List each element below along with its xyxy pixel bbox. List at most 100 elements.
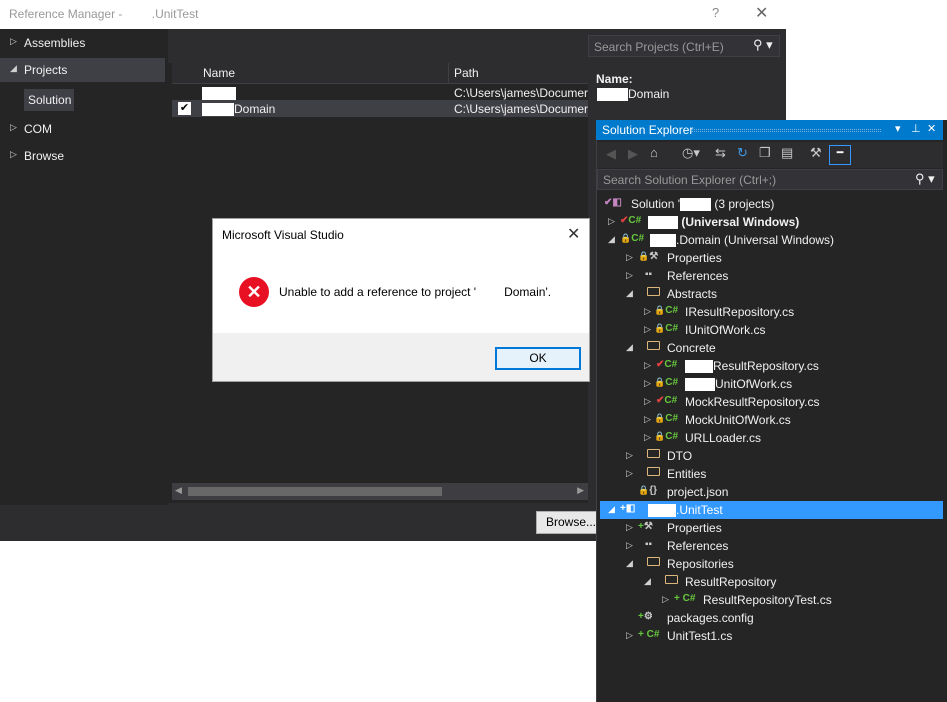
list-header: Name Path <box>172 63 588 84</box>
show-all-files-icon[interactable]: ▤ <box>781 145 793 161</box>
scroll-thumb[interactable] <box>188 487 442 496</box>
solution-icon: ✔◧ <box>604 197 622 208</box>
references-icon: ▪▪ <box>645 269 653 280</box>
chevron-right-icon: ▷ <box>626 450 633 460</box>
tree-file[interactable]: ▷ 🔒C# URLLoader.cs <box>600 429 943 447</box>
chevron-right-icon: ▷ <box>644 432 651 442</box>
tree-file[interactable]: ▷ ✔C# ResultRepository.cs <box>600 357 943 375</box>
tree-folder-abstracts[interactable]: ◢ Abstracts <box>600 285 943 303</box>
list-item[interactable]: C:\Users\james\Documer <box>172 84 588 101</box>
solution-explorer-titlebar: Solution Explorer ▾ ⊥ ✕ <box>596 120 943 140</box>
chevron-right-icon: ▷ <box>608 216 615 226</box>
horizontal-scrollbar[interactable]: ◀ ▶ <box>172 483 588 500</box>
tree-file[interactable]: ▷ ✔C# MockResultRepository.cs <box>600 393 943 411</box>
folder-icon <box>647 449 660 461</box>
nav-assemblies[interactable]: ▷ Assemblies <box>0 31 165 55</box>
search-solution-input[interactable]: Search Solution Explorer (Ctrl+;) ⚲ ▾ <box>597 169 943 190</box>
column-name[interactable]: Name <box>203 66 235 80</box>
list-item[interactable]: ✔ Domain C:\Users\james\Documer <box>172 100 588 117</box>
drag-grip[interactable] <box>691 129 881 132</box>
nav-projects[interactable]: ◢ Projects <box>0 58 165 82</box>
chevron-right-icon: ▷ <box>10 36 17 46</box>
chevron-right-icon: ▷ <box>644 306 651 316</box>
help-button[interactable]: ? <box>712 5 719 20</box>
tree-file[interactable]: ▷ 🔒C# IUnitOfWork.cs <box>600 321 943 339</box>
chevron-down-icon: ◢ <box>626 558 633 568</box>
preview-toggle-icon[interactable]: ━ <box>829 145 851 165</box>
chevron-right-icon: ▷ <box>626 468 633 478</box>
tree-file-config[interactable]: +⚙ packages.config <box>600 609 943 627</box>
forward-icon[interactable]: ▶ <box>628 146 638 162</box>
csharp-file-icon: 🔒C# <box>654 431 679 442</box>
folder-icon <box>647 557 660 569</box>
csharp-file-icon: 🔒C# <box>654 377 679 388</box>
chevron-down-icon: ◢ <box>626 342 633 352</box>
chevron-right-icon: ▷ <box>626 540 633 550</box>
chevron-right-icon: ▷ <box>644 414 651 424</box>
history-icon[interactable]: ◷▾ <box>682 145 700 161</box>
chevron-right-icon: ▷ <box>644 396 651 406</box>
reference-manager-titlebar: Reference Manager - .UnitTest ? ✕ <box>0 0 786 29</box>
tree-folder-entities[interactable]: ▷ Entities <box>600 465 943 483</box>
refresh-icon[interactable]: ↻ <box>737 145 748 161</box>
folder-icon <box>647 467 660 479</box>
close-icon[interactable]: ✕ <box>927 122 936 135</box>
search-projects-input[interactable]: Search Projects (Ctrl+E) ⚲ ▾ <box>588 35 780 57</box>
tree-project-unittest[interactable]: ◢ +◧ .UnitTest <box>600 501 943 519</box>
tree-folder-repositories[interactable]: ◢ Repositories <box>600 555 943 573</box>
scroll-left-icon[interactable]: ◀ <box>175 485 182 496</box>
csharp-file-icon: + C# <box>674 593 696 604</box>
csharp-file-icon: 🔒C# <box>654 413 679 424</box>
dialog-close-icon[interactable]: ✕ <box>567 224 580 244</box>
scroll-right-icon[interactable]: ▶ <box>577 485 584 496</box>
test-project-icon: +◧ <box>620 503 636 514</box>
wrench-icon: +⚒ <box>638 521 653 532</box>
tree-properties[interactable]: ▷ +⚒ Properties <box>600 519 943 537</box>
sync-icon[interactable]: ⇆ <box>715 145 726 161</box>
column-path[interactable]: Path <box>448 63 479 84</box>
chevron-right-icon: ▷ <box>626 270 633 280</box>
csharp-file-icon: 🔒C# <box>654 323 679 334</box>
tree-folder-resultrepository[interactable]: ◢ ResultRepository <box>600 573 943 591</box>
tree-folder-concrete[interactable]: ◢ Concrete <box>600 339 943 357</box>
tree-file[interactable]: ▷ 🔒C# MockUnitOfWork.cs <box>600 411 943 429</box>
tree-file[interactable]: ▷ 🔒C# UnitOfWork.cs <box>600 375 943 393</box>
tree-project-uwp[interactable]: ▷ ✔C# (Universal Windows) <box>600 213 943 231</box>
collapse-all-icon[interactable]: ❐ <box>759 145 771 161</box>
tree-file[interactable]: ▷ + C# ResultRepositoryTest.cs <box>600 591 943 609</box>
csharp-project-icon: ✔C# <box>620 215 642 226</box>
tree-properties[interactable]: ▷ 🔒⚒ Properties <box>600 249 943 267</box>
tree-solution[interactable]: ✔◧ Solution ' (3 projects) <box>600 195 943 213</box>
tree-file[interactable]: ▷ 🔒C# IResultRepository.cs <box>600 303 943 321</box>
back-icon[interactable]: ◀ <box>606 146 616 162</box>
chevron-right-icon: ▷ <box>626 630 633 640</box>
tree-references[interactable]: ▷ ▪▪ References <box>600 267 943 285</box>
chevron-right-icon: ▷ <box>10 122 17 132</box>
tree-references[interactable]: ▷ ▪▪ References <box>600 537 943 555</box>
ok-button[interactable]: OK <box>495 347 581 370</box>
folder-icon <box>647 341 660 353</box>
folder-icon <box>647 287 660 299</box>
chevron-right-icon: ▷ <box>644 324 651 334</box>
csharp-file-icon: + C# <box>638 629 660 640</box>
home-icon[interactable]: ⌂ <box>650 145 658 160</box>
tree-file[interactable]: ▷ + C# UnitTest1.cs <box>600 627 943 645</box>
tree-folder-dto[interactable]: ▷ DTO <box>600 447 943 465</box>
nav-solution[interactable]: Solution <box>24 89 74 111</box>
chevron-right-icon: ▷ <box>644 360 651 370</box>
pin-icon[interactable]: ⊥ <box>911 122 921 135</box>
chevron-right-icon: ▷ <box>644 378 651 388</box>
search-icon[interactable]: ⚲ ▾ <box>753 37 773 53</box>
tree-file-json[interactable]: 🔒{} project.json <box>600 483 943 501</box>
tree-project-domain[interactable]: ◢ 🔒C# .Domain (Universal Windows) <box>600 231 943 249</box>
chevron-down-icon: ◢ <box>626 288 633 298</box>
chevron-down-icon: ◢ <box>10 63 17 73</box>
nav-browse[interactable]: ▷ Browse <box>0 144 165 168</box>
properties-wrench-icon[interactable]: ⚒ <box>810 145 822 161</box>
checkbox[interactable]: ✔ <box>178 102 191 115</box>
nav-com[interactable]: ▷ COM <box>0 117 165 141</box>
close-button[interactable]: ✕ <box>755 3 768 23</box>
dropdown-icon[interactable]: ▾ <box>895 122 901 135</box>
search-icon[interactable]: ⚲ ▾ <box>915 171 935 187</box>
window-title: Reference Manager - .UnitTest <box>9 7 199 22</box>
